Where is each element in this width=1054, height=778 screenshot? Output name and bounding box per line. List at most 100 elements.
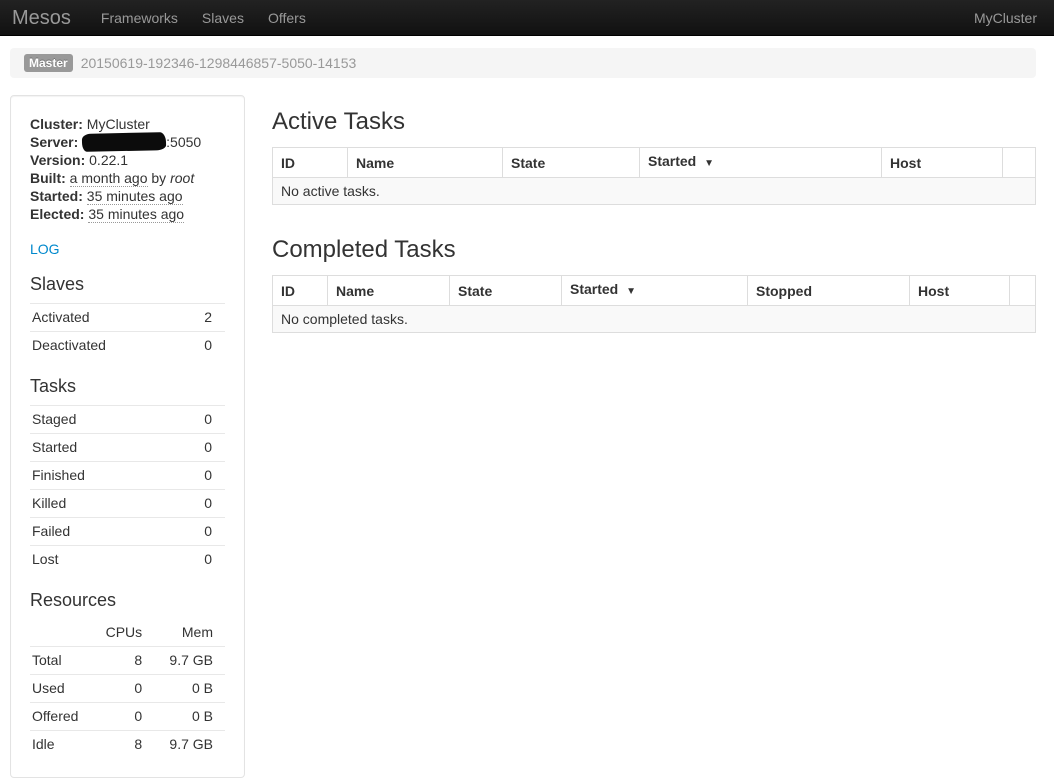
tasks-started-value: 0	[169, 434, 225, 462]
tasks-staged-value: 0	[169, 406, 225, 434]
resources-used-label: Used	[30, 675, 92, 703]
nav-item-slaves[interactable]: Slaves	[190, 0, 256, 36]
tasks-killed-label: Killed	[30, 490, 169, 518]
table-row: Finished 0	[30, 462, 225, 490]
tasks-lost-label: Lost	[30, 546, 169, 574]
completed-col-host[interactable]: Host	[910, 276, 1010, 306]
sort-desc-icon: ▼	[626, 286, 636, 297]
slaves-deactivated-value: 0	[181, 332, 225, 360]
resources-cpus-header: CPUs	[92, 619, 154, 647]
table-header-row: ID Name State Started ▼ Stopped Host	[273, 276, 1036, 306]
resources-total-cpus: 8	[92, 647, 154, 675]
table-row: CPUs Mem	[30, 619, 225, 647]
resources-idle-mem: 9.7 GB	[154, 731, 225, 759]
built-by-word: by	[151, 170, 166, 186]
nav-item-offers[interactable]: Offers	[256, 0, 318, 36]
completed-tasks-empty-message: No completed tasks.	[273, 306, 1036, 333]
table-row: Deactivated 0	[30, 332, 225, 360]
slaves-activated-value: 2	[181, 304, 225, 332]
active-col-state[interactable]: State	[503, 148, 640, 178]
master-badge: Master	[24, 54, 73, 72]
server-port: :5050	[166, 134, 201, 150]
table-row: Used 0 0 B	[30, 675, 225, 703]
built-timeago: a month ago	[70, 170, 148, 187]
brand-mesos[interactable]: Mesos	[0, 0, 89, 36]
elected-info-line: Elected: 35 minutes ago	[30, 205, 225, 223]
active-col-name[interactable]: Name	[348, 148, 503, 178]
table-row: Idle 8 9.7 GB	[30, 731, 225, 759]
server-label: Server:	[30, 134, 78, 150]
active-col-started[interactable]: Started ▼	[640, 148, 882, 178]
master-id: 20150619-192346-1298446857-5050-14153	[81, 55, 357, 71]
completed-col-started-label: Started	[570, 281, 618, 297]
tasks-table: Staged 0 Started 0 Finished 0 Killed 0	[30, 405, 225, 573]
active-col-started-label: Started	[648, 153, 696, 169]
version-value: 0.22.1	[89, 152, 128, 168]
cluster-value: MyCluster	[87, 116, 150, 132]
tasks-failed-value: 0	[169, 518, 225, 546]
redacted-server-address	[82, 132, 166, 152]
tasks-failed-label: Failed	[30, 518, 169, 546]
resources-used-mem: 0 B	[154, 675, 225, 703]
table-row: Total 8 9.7 GB	[30, 647, 225, 675]
slaves-section-title: Slaves	[30, 273, 225, 295]
slaves-table: Activated 2 Deactivated 0	[30, 303, 225, 359]
table-row: No completed tasks.	[273, 306, 1036, 333]
built-label: Built:	[30, 170, 66, 186]
resources-section-title: Resources	[30, 589, 225, 611]
tasks-finished-label: Finished	[30, 462, 169, 490]
completed-col-id[interactable]: ID	[273, 276, 328, 306]
table-row: Started 0	[30, 434, 225, 462]
completed-col-state[interactable]: State	[450, 276, 562, 306]
resources-empty-header	[30, 619, 92, 647]
active-tasks-empty-message: No active tasks.	[273, 178, 1036, 205]
completed-col-name[interactable]: Name	[328, 276, 450, 306]
cluster-info-line: Cluster: MyCluster	[30, 115, 225, 133]
completed-col-started[interactable]: Started ▼	[562, 276, 748, 306]
active-col-id[interactable]: ID	[273, 148, 348, 178]
navbar-menu: Frameworks Slaves Offers	[89, 0, 318, 36]
tasks-finished-value: 0	[169, 462, 225, 490]
sort-desc-icon: ▼	[704, 158, 714, 169]
table-row: Killed 0	[30, 490, 225, 518]
built-user: root	[170, 170, 194, 186]
resources-idle-label: Idle	[30, 731, 92, 759]
table-row: No active tasks.	[273, 178, 1036, 205]
table-row: Failed 0	[30, 518, 225, 546]
active-tasks-title: Active Tasks	[272, 107, 1036, 137]
resources-total-mem: 9.7 GB	[154, 647, 225, 675]
tasks-started-label: Started	[30, 434, 169, 462]
resources-offered-mem: 0 B	[154, 703, 225, 731]
breadcrumb: Master 20150619-192346-1298446857-5050-1…	[10, 48, 1036, 78]
slaves-activated-label: Activated	[30, 304, 181, 332]
table-row: Offered 0 0 B	[30, 703, 225, 731]
table-row: Lost 0	[30, 546, 225, 574]
resources-offered-cpus: 0	[92, 703, 154, 731]
nav-item-frameworks[interactable]: Frameworks	[89, 0, 190, 36]
resources-used-cpus: 0	[92, 675, 154, 703]
tasks-killed-value: 0	[169, 490, 225, 518]
cluster-label: Cluster:	[30, 116, 83, 132]
started-timeago: 35 minutes ago	[87, 188, 183, 205]
server-info-line: Server: :5050	[30, 133, 225, 151]
resources-table: CPUs Mem Total 8 9.7 GB Used 0 0 B	[30, 619, 225, 758]
active-col-host[interactable]: Host	[882, 148, 1003, 178]
sidebar-panel: Cluster: MyCluster Server: :5050 Version…	[10, 95, 245, 778]
version-info-line: Version: 0.22.1	[30, 151, 225, 169]
resources-total-label: Total	[30, 647, 92, 675]
completed-col-stopped[interactable]: Stopped	[748, 276, 910, 306]
table-row: Staged 0	[30, 406, 225, 434]
resources-mem-header: Mem	[154, 619, 225, 647]
active-col-actions	[1003, 148, 1036, 178]
built-info-line: Built: a month ago by root	[30, 169, 225, 187]
page-container: Master 20150619-192346-1298446857-5050-1…	[10, 48, 1036, 778]
top-navbar: Mesos Frameworks Slaves Offers MyCluster	[0, 0, 1054, 36]
resources-offered-label: Offered	[30, 703, 92, 731]
resources-idle-cpus: 8	[92, 731, 154, 759]
started-label: Started:	[30, 188, 83, 204]
main-content: Active Tasks ID Name State Started ▼	[272, 95, 1036, 778]
version-label: Version:	[30, 152, 85, 168]
tasks-staged-label: Staged	[30, 406, 169, 434]
completed-tasks-table: ID Name State Started ▼ Stopped Host	[272, 275, 1036, 333]
log-link[interactable]: LOG	[30, 241, 60, 257]
